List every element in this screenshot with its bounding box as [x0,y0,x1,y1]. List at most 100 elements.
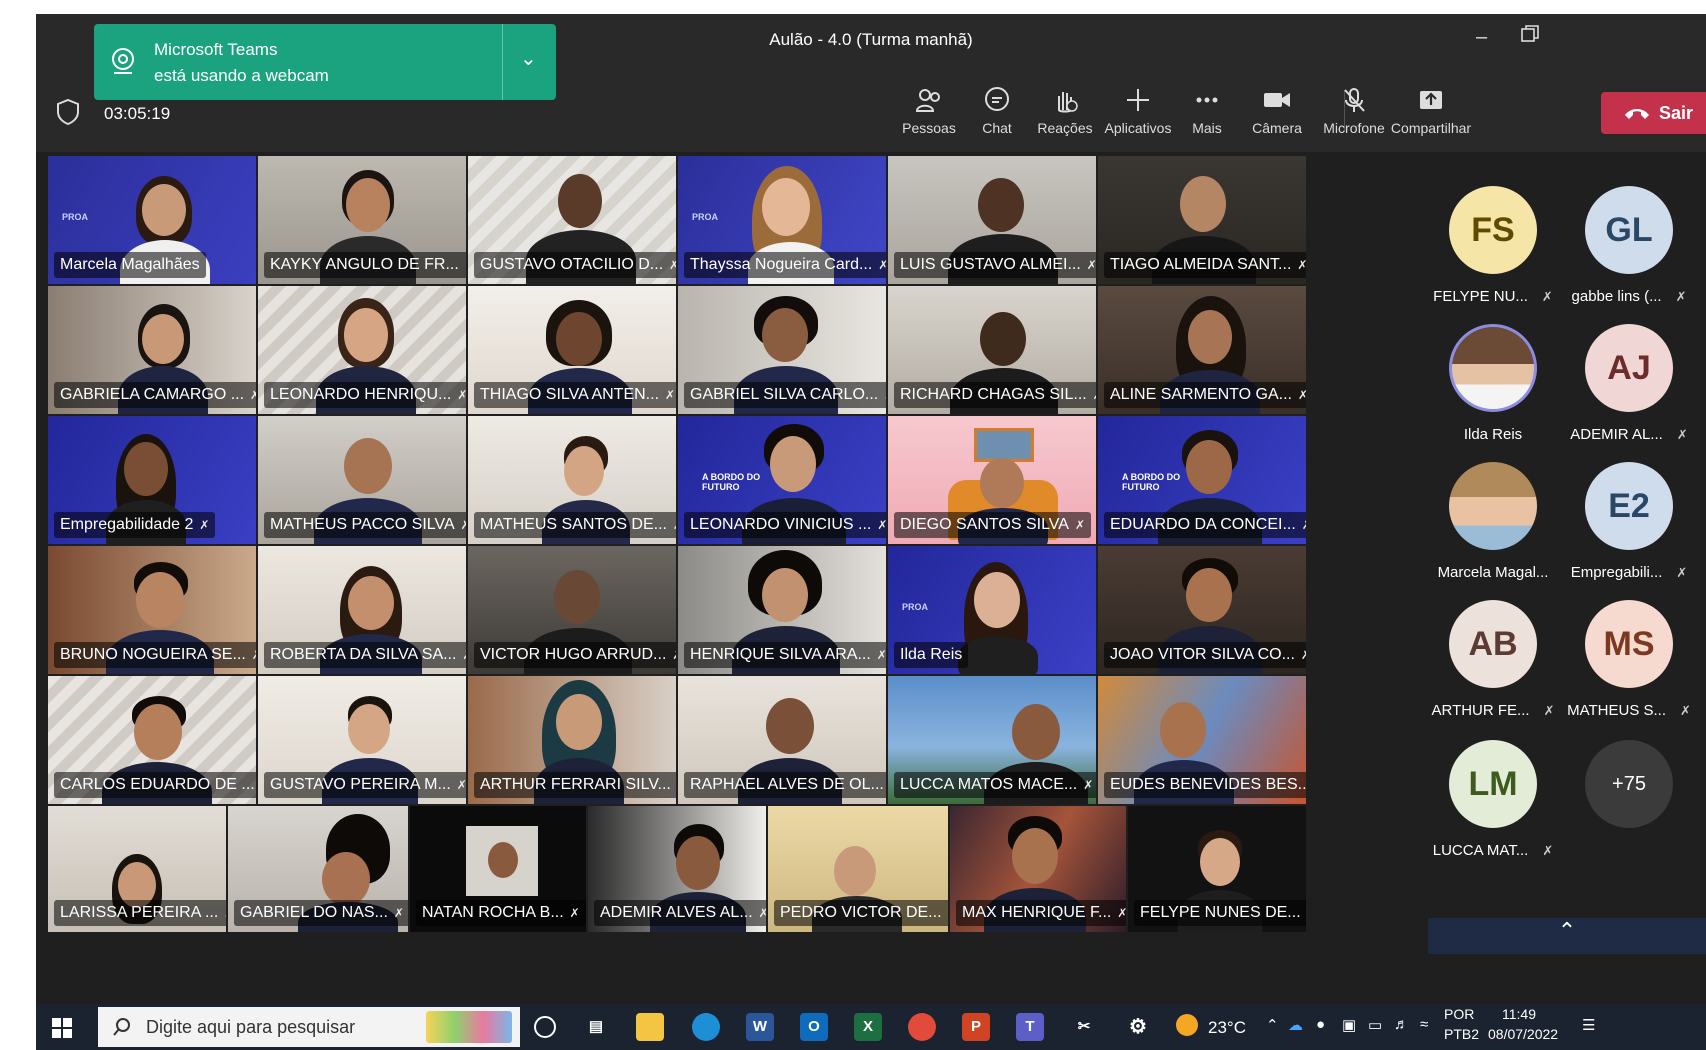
participant-tile[interactable]: PEDRO VICTOR DE...✗ [768,806,948,932]
clock-time[interactable]: 11:49 [1502,1006,1536,1022]
participant-avatar-item[interactable]: LM LUCCA MAT... ✗ [1428,740,1558,859]
participant-tile[interactable]: CARLOS EDUARDO DE ...✗ [48,676,256,804]
participant-tile[interactable]: NATAN ROCHA B... ✗ [410,806,586,932]
hang-up-icon [1625,109,1649,119]
participant-tile[interactable]: JOAO VITOR SILVA CO... ✗ [1098,546,1306,674]
participant-tile[interactable]: ROBERTA DA SILVA SA...✗ [258,546,466,674]
chat-button[interactable]: Chat [962,86,1032,136]
participant-avatar-item[interactable]: AB ARTHUR FE... ✗ [1428,600,1558,719]
participant-avatar-item[interactable]: FS FELYPE NU... ✗ [1428,186,1558,305]
scroll-up-button[interactable]: ⌃ [1428,918,1706,954]
snipping-tool-icon[interactable]: ✂ [1070,1013,1098,1041]
taskbar-search-box[interactable]: Digite aqui para pesquisar [98,1007,520,1047]
participant-tile[interactable]: Empregabilidade 2 ✗ [48,416,256,544]
participant-tile[interactable]: RAPHAEL ALVES DE OL...✗ [678,676,886,804]
participant-tile[interactable]: GABRIEL SILVA CARLO...✗ [678,286,886,414]
participant-tile[interactable]: VICTOR HUGO ARRUD...✗ [468,546,676,674]
wifi-icon[interactable]: ≈ [1420,1016,1428,1033]
participant-tile[interactable]: ALINE SARMENTO GA... ✗ [1098,286,1306,414]
video-feed [558,174,602,228]
participant-avatar-item[interactable]: Ilda Reis [1428,324,1558,443]
participant-name: MATHEUS SANTOS DE...✗ [474,512,676,538]
people-button[interactable]: Pessoas [894,86,964,136]
banner-text: A BORDO DO FUTURO [702,472,761,492]
apps-button[interactable]: Aplicativos [1098,86,1178,136]
windows-start-icon[interactable] [52,1018,72,1038]
participant-tile[interactable]: PROA Ilda Reis [888,546,1096,674]
participant-tile[interactable]: HENRIQUE SILVA ARA... ✗ [678,546,886,674]
volume-icon[interactable]: ♬ [1394,1016,1409,1033]
participant-tile[interactable]: LARISSA PEREIRA ...✗ [48,806,226,932]
chrome-icon[interactable] [908,1013,936,1041]
more-button[interactable]: Mais [1172,86,1242,136]
participant-tile[interactable]: FELYPE NUNES DE...✗ [1128,806,1306,932]
participant-tile[interactable]: RICHARD CHAGAS SIL...✗ [888,286,1096,414]
participant-avatar-item[interactable]: AJ ADEMIR AL... ✗ [1564,324,1694,443]
participant-avatar-item[interactable]: Marcela Magal... [1428,462,1558,581]
participant-tile[interactable]: LUCCA MATOS MACE... ✗ [888,676,1096,804]
edge-icon[interactable] [692,1013,720,1041]
participant-tile[interactable]: BRUNO NOGUEIRA SE...✗ [48,546,256,674]
participant-name: JOAO VITOR SILVA CO... ✗ [1104,642,1306,668]
participant-tile[interactable]: EUDES BENEVIDES BES...✗ [1098,676,1306,804]
participant-tile[interactable]: MATHEUS SANTOS DE...✗ [468,416,676,544]
shield-icon[interactable] [56,98,80,126]
participant-tile[interactable]: TIAGO ALMEIDA SANT... ✗ [1098,156,1306,284]
participant-tile[interactable]: ARTHUR FERRARI SILV...✗ [468,676,676,804]
keyboard-layout[interactable]: PTB2 [1444,1026,1479,1042]
mic-off-icon: ✗ [465,252,466,278]
teams-icon[interactable]: T [1016,1013,1044,1041]
participant-tile[interactable]: KAYKY ANGULO DE FR...✗ [258,156,466,284]
battery-icon[interactable]: ▭ [1368,1016,1382,1034]
leave-button[interactable]: Sair [1601,92,1706,134]
onedrive-icon[interactable]: ☁ [1288,1016,1303,1034]
participant-tile[interactable]: A BORDO DO FUTURO EDUARDO DA CONCEI...✗ [1098,416,1306,544]
participant-tile[interactable]: GUSTAVO OTACILIO D... ✗ [468,156,676,284]
file-explorer-icon[interactable] [636,1013,664,1041]
participant-avatar-item[interactable]: MS MATHEUS S... ✗ [1564,600,1694,719]
participant-tile[interactable]: MAX HENRIQUE F... ✗ [950,806,1126,932]
notification-icon[interactable]: ☰ [1582,1016,1595,1034]
task-view-icon[interactable]: ▤ [582,1013,610,1041]
cortana-icon[interactable] [534,1016,556,1038]
participant-tile[interactable]: GABRIELA CAMARGO ... ✗ [48,286,256,414]
tray-chevron-up-icon[interactable]: ⌃ [1266,1016,1279,1034]
participant-name: PEDRO VICTOR DE...✗ [774,900,948,926]
webcam-toast[interactable]: Microsoft Teams está usando a webcam ⌄ [94,24,556,100]
outlook-icon[interactable]: O [800,1013,828,1041]
weather-temperature[interactable]: 23°C [1208,1018,1246,1038]
participant-tile[interactable]: LEONARDO HENRIQU... ✗ [258,286,466,414]
participant-panel: FS FELYPE NU... ✗ GL gabbe lins (... ✗ Ild… [1428,156,1706,932]
video-feed [834,846,876,896]
powerpoint-icon[interactable]: P [962,1013,990,1041]
clock-date[interactable]: 08/07/2022 [1488,1026,1558,1042]
participant-avatar-item[interactable]: E2 Empregabili... ✗ [1564,462,1694,581]
word-icon[interactable]: W [746,1013,774,1041]
participant-tile[interactable]: PROA Thayssa Nogueira Card... ✗ [678,156,886,284]
participant-tile[interactable]: DIEGO SANTOS SILVA ✗ [888,416,1096,544]
participant-avatar-item[interactable]: GL gabbe lins (... ✗ [1564,186,1694,305]
reactions-button[interactable]: Reações [1030,86,1100,136]
participant-tile[interactable]: MATHEUS PACCO SILVA ✗ [258,416,466,544]
microphone-tray-icon[interactable]: ● [1316,1016,1325,1033]
language-code[interactable]: POR [1444,1006,1474,1022]
camera-button[interactable]: Câmera [1242,86,1312,136]
participant-tile[interactable]: THIAGO SILVA ANTEN... ✗ [468,286,676,414]
share-button[interactable]: Compartilhar [1386,86,1476,136]
video-feed [556,312,602,366]
settings-gear-icon[interactable]: ⚙ [1124,1013,1152,1041]
participant-tile[interactable]: PROA Marcela Magalhães [48,156,256,284]
minimize-icon[interactable]: – [1476,26,1487,49]
excel-icon[interactable]: X [854,1013,882,1041]
microphone-button[interactable]: Microfone [1312,86,1396,136]
participant-name: LEONARDO HENRIQU... ✗ [264,382,466,408]
display-tray-icon[interactable]: ▣ [1342,1016,1356,1034]
chevron-down-icon[interactable]: ⌄ [520,46,537,71]
participant-tile[interactable]: GUSTAVO PEREIRA M... ✗ [258,676,466,804]
more-participants-button[interactable]: +75 [1585,740,1673,828]
restore-icon[interactable] [1520,24,1540,50]
participant-tile[interactable]: GABRIEL DO NAS... ✗ [228,806,408,932]
participant-tile[interactable]: LUIS GUSTAVO ALMEI... ✗ [888,156,1096,284]
participant-tile[interactable]: A BORDO DO FUTURO LEONARDO VINICIUS ... ✗ [678,416,886,544]
participant-tile[interactable]: ADEMIR ALVES AL... ✗ [588,806,766,932]
